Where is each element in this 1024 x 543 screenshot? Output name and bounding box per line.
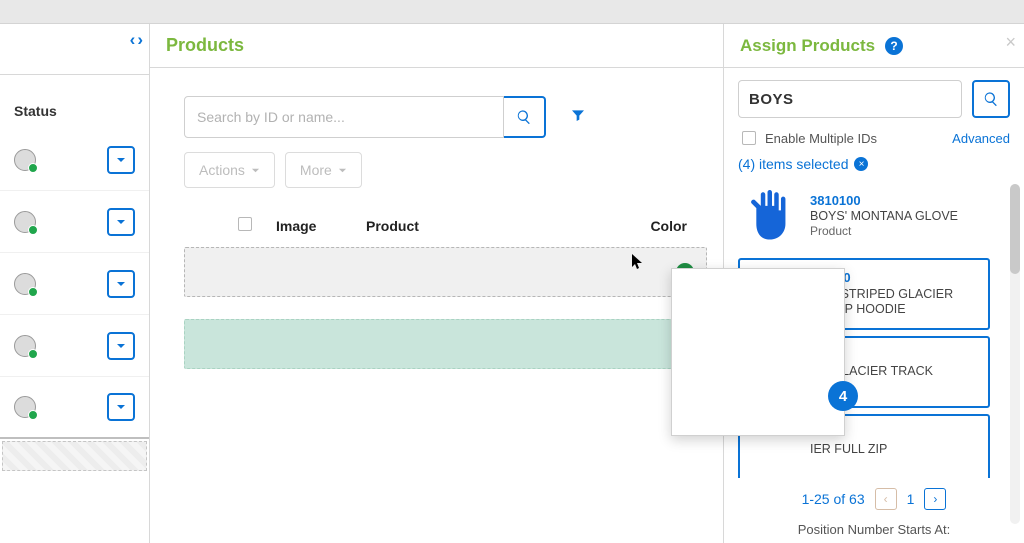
status-row: [0, 129, 149, 191]
status-dropdown-button[interactable]: [107, 332, 135, 360]
product-actions-row: Actions More: [184, 152, 707, 188]
chevron-down-icon: [251, 166, 260, 175]
chevron-down-icon: [116, 402, 126, 412]
status-inner: Status: [0, 74, 149, 471]
pager-range: 1-25 of 63: [802, 491, 865, 507]
globe-icon: [14, 335, 36, 357]
glove-icon: [749, 188, 795, 244]
drop-target-row[interactable]: [184, 319, 707, 369]
col-product: Product: [366, 218, 617, 234]
chevron-down-icon: [116, 279, 126, 289]
product-thumb: [744, 186, 800, 246]
product-card[interactable]: 3810100 BOYS' MONTANA GLOVE Product: [738, 180, 990, 252]
products-body: Actions More Image Product Color: [150, 68, 723, 391]
product-type: Product: [810, 224, 958, 239]
col-color: Color: [617, 218, 707, 234]
more-button[interactable]: More: [285, 152, 362, 188]
globe-icon: [14, 273, 36, 295]
scrollbar-thumb[interactable]: [1010, 184, 1020, 274]
help-icon[interactable]: ?: [885, 37, 903, 55]
assign-search-button[interactable]: [972, 80, 1010, 118]
search-icon: [516, 109, 532, 125]
assign-header: Assign Products ?: [724, 24, 1024, 68]
product-card-body: 3810100 BOYS' MONTANA GLOVE Product: [810, 186, 958, 246]
pager-current-page: 1: [907, 491, 915, 507]
product-search-row: [184, 96, 707, 138]
products-panel: Products Actions: [150, 24, 724, 543]
close-icon[interactable]: ×: [1005, 32, 1016, 53]
rail-placeholder: [2, 441, 147, 471]
status-dropdown-button[interactable]: [107, 270, 135, 298]
status-heading: Status: [0, 75, 149, 129]
assign-options-row: Enable Multiple IDs Advanced: [738, 128, 1010, 148]
chevron-down-icon: [116, 155, 126, 165]
status-dropdown-button[interactable]: [107, 146, 135, 174]
status-row: [0, 377, 149, 439]
enable-multiple-ids-text: Enable Multiple IDs: [765, 131, 877, 146]
header-check: [234, 214, 276, 237]
assign-scrollbar[interactable]: [1010, 184, 1020, 524]
more-label: More: [300, 162, 332, 178]
actions-button[interactable]: Actions: [184, 152, 275, 188]
status-list: [0, 129, 149, 439]
search-icon: [983, 91, 999, 107]
globe-icon: [14, 149, 36, 171]
chevron-down-icon: [116, 217, 126, 227]
chevron-down-icon: [116, 341, 126, 351]
drop-target-row[interactable]: [184, 247, 707, 297]
col-image: Image: [276, 218, 366, 234]
clear-selection-icon[interactable]: ×: [854, 157, 868, 171]
enable-multiple-ids-label[interactable]: Enable Multiple IDs: [738, 128, 877, 148]
drag-count-badge: 4: [828, 381, 858, 411]
rail-pager: ‹ ›: [130, 30, 143, 50]
product-search-box: [184, 96, 546, 138]
position-number-label: Position Number Starts At:: [738, 522, 1010, 537]
globe-icon: [14, 396, 36, 418]
products-title: Products: [150, 24, 723, 68]
items-selected-text: (4) items selected: [738, 156, 848, 172]
assign-pager: 1-25 of 63 ‹ 1 ›: [738, 484, 1010, 514]
pager-prev-button[interactable]: ‹: [875, 488, 897, 510]
filter-icon[interactable]: [570, 107, 586, 128]
actions-label: Actions: [199, 162, 245, 178]
items-selected: (4) items selected ×: [738, 156, 1010, 172]
status-dropdown-button[interactable]: [107, 393, 135, 421]
status-panel: ‹ › Status: [0, 24, 150, 543]
assign-title: Assign Products: [740, 36, 875, 56]
cursor-icon: [632, 254, 644, 270]
select-all-checkbox[interactable]: [238, 217, 252, 231]
status-row: [0, 315, 149, 377]
next-page-icon[interactable]: ›: [137, 30, 143, 50]
main-columns: ‹ › Status: [0, 24, 1024, 543]
status-dropdown-button[interactable]: [107, 208, 135, 236]
product-search-button[interactable]: [504, 96, 546, 138]
pager-next-button[interactable]: ›: [924, 488, 946, 510]
drag-ghost: 4: [671, 268, 845, 436]
advanced-link[interactable]: Advanced: [952, 131, 1010, 146]
globe-icon: [14, 211, 36, 233]
assign-search-input[interactable]: [738, 80, 962, 118]
chevron-down-icon: [338, 166, 347, 175]
product-name: IER FULL ZIP: [810, 442, 887, 458]
product-search-input[interactable]: [184, 96, 504, 138]
product-sku: 3810100: [810, 193, 958, 209]
prev-page-icon[interactable]: ‹: [130, 30, 136, 50]
top-bar: [0, 0, 1024, 24]
enable-multiple-ids-checkbox[interactable]: [742, 131, 756, 145]
status-row: [0, 191, 149, 253]
products-table-header: Image Product Color: [184, 214, 707, 247]
assign-search-row: [738, 80, 1010, 118]
product-name: BOYS' MONTANA GLOVE: [810, 209, 958, 225]
status-row: [0, 253, 149, 315]
app-root: ‹ › Status: [0, 0, 1024, 543]
